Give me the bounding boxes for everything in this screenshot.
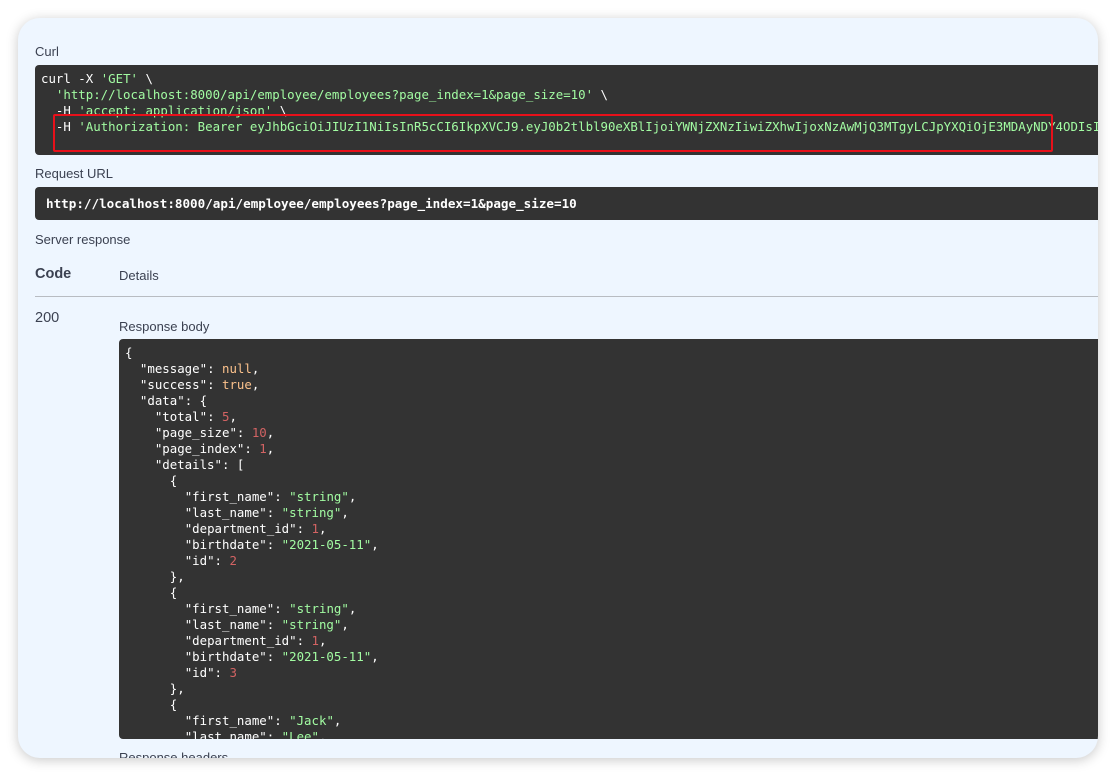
json-line: {: [125, 345, 133, 360]
json-line: "birthdate": "2021-05-11",: [184, 537, 379, 552]
json-line: },: [169, 681, 185, 696]
response-body-label: Response body: [119, 319, 210, 334]
json-line: "last_name": "Lee",: [184, 729, 327, 739]
json-line: "last_name": "string",: [184, 617, 349, 632]
json-line: {: [169, 473, 178, 488]
json-line: "last_name": "string",: [184, 505, 349, 520]
authorization-highlight-box: [53, 114, 1053, 152]
request-url-label: Request URL: [35, 166, 114, 181]
json-line: "department_id": 1,: [184, 633, 327, 648]
json-line: "page_index": 1,: [154, 441, 275, 456]
response-headers-label: Response headers: [119, 750, 229, 758]
json-line: "department_id": 1,: [184, 521, 327, 536]
curl-line: curl -X 'GET' \: [41, 71, 153, 86]
table-divider: [35, 296, 1098, 297]
code-column-header: Code: [35, 266, 72, 282]
request-url-value: http://localhost:8000/api/employee/emplo…: [46, 196, 577, 211]
json-line: "first_name": "string",: [184, 489, 357, 504]
response-status-code: 200: [35, 310, 60, 326]
json-line: "first_name": "string",: [184, 601, 357, 616]
request-url-block[interactable]: http://localhost:8000/api/employee/emplo…: [35, 187, 1098, 220]
response-body-block[interactable]: { "message": null, "success": true, "dat…: [119, 339, 1098, 739]
json-line: "first_name": "Jack",: [184, 713, 342, 728]
json-line: "success": true,: [139, 377, 260, 392]
json-line: "message": null,: [139, 361, 260, 376]
json-line: "page_size": 10,: [154, 425, 275, 440]
json-line: {: [169, 585, 178, 600]
json-line: "data": {: [139, 393, 208, 408]
swagger-window: Curl -H 'Authorization: Bearer eyJhbGciO…: [18, 18, 1098, 758]
json-line: "total": 5,: [154, 409, 237, 424]
server-response-label: Server response: [35, 232, 131, 247]
json-line: "id": 3: [184, 665, 237, 680]
json-line: {: [169, 697, 178, 712]
json-line: "id": 2: [184, 553, 237, 568]
curl-label: Curl: [35, 44, 59, 59]
curl-line: 'http://localhost:8000/api/employee/empl…: [55, 87, 608, 102]
json-line: },: [169, 569, 185, 584]
json-line: "details": [: [154, 457, 245, 472]
json-line: "birthdate": "2021-05-11",: [184, 649, 379, 664]
details-column-header: Details: [119, 268, 159, 283]
